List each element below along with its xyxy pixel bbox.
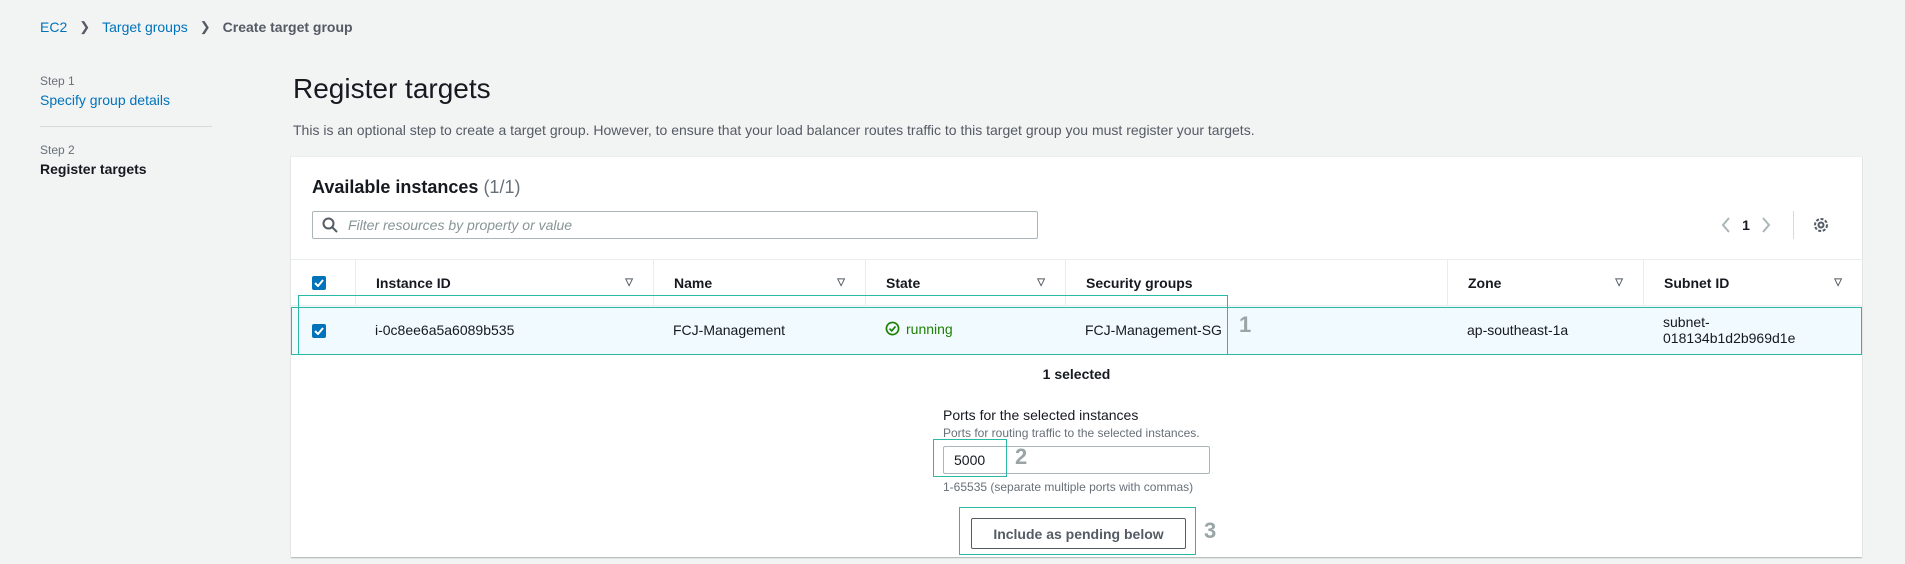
chevron-right-icon: ❯ bbox=[79, 19, 91, 34]
gear-icon[interactable] bbox=[1812, 216, 1830, 234]
cell-name: FCJ-Management bbox=[653, 305, 865, 354]
check-circle-icon bbox=[885, 321, 900, 336]
cell-security-groups: FCJ-Management-SG bbox=[1065, 305, 1447, 354]
ports-label: Ports for the selected instances bbox=[943, 407, 1139, 423]
page-description: This is an optional step to create a tar… bbox=[293, 122, 1255, 138]
ports-description: Ports for routing traffic to the selecte… bbox=[943, 426, 1200, 440]
pagination: 1 bbox=[1721, 211, 1830, 239]
filter-search bbox=[312, 211, 1038, 239]
sort-caret-icon: ▽ bbox=[625, 277, 633, 288]
selected-count: 1 selected bbox=[1042, 366, 1111, 382]
chevron-right-icon[interactable] bbox=[1761, 217, 1771, 233]
step-1: Step 1 Specify group details bbox=[40, 74, 212, 126]
page-number[interactable]: 1 bbox=[1731, 217, 1761, 233]
cell-subnet-id: subnet- 018134b1d2b969d1e bbox=[1643, 305, 1862, 354]
wizard-steps: Step 1 Specify group details Step 2 Regi… bbox=[40, 74, 212, 193]
column-label: Zone bbox=[1468, 274, 1502, 291]
chevron-right-icon: ❯ bbox=[199, 19, 211, 34]
annotation-number-3: 3 bbox=[1204, 518, 1217, 543]
pager-divider bbox=[1793, 211, 1794, 239]
column-label: State bbox=[886, 274, 921, 291]
step-2: Step 2 Register targets bbox=[40, 126, 212, 193]
sort-caret-icon: ▽ bbox=[1037, 277, 1045, 288]
column-instance-id[interactable]: Instance ID ▽ bbox=[355, 260, 653, 305]
column-security-groups: Security groups bbox=[1065, 260, 1447, 305]
state-running: running bbox=[885, 321, 953, 337]
select-all-checkbox[interactable] bbox=[312, 275, 326, 290]
panel-title: Available instances (1/1) bbox=[312, 177, 520, 198]
chevron-left-icon[interactable] bbox=[1721, 217, 1731, 233]
subnet-id-line-2: 018134b1d2b969d1e bbox=[1663, 330, 1796, 346]
annotation-number-2: 2 bbox=[1015, 444, 1028, 469]
ports-hint: 1-65535 (separate multiple ports with co… bbox=[943, 480, 1194, 494]
step-specify-group-details-link[interactable]: Specify group details bbox=[40, 92, 170, 108]
step-register-targets: Register targets bbox=[40, 161, 147, 177]
sort-caret-icon: ▽ bbox=[837, 277, 845, 288]
table-row[interactable]: i-0c8ee6a5a6089b535 FCJ-Management runni… bbox=[291, 305, 1862, 354]
subnet-id-line-1: subnet- bbox=[1663, 314, 1710, 330]
column-state[interactable]: State ▽ bbox=[865, 260, 1065, 305]
breadcrumb: EC2 ❯ Target groups ❯ Create target grou… bbox=[40, 19, 353, 35]
state-text: running bbox=[906, 320, 953, 337]
port-input[interactable] bbox=[943, 446, 1210, 474]
column-label: Name bbox=[674, 274, 713, 291]
row-checkbox[interactable] bbox=[312, 324, 326, 338]
sort-caret-icon: ▽ bbox=[1834, 277, 1842, 288]
filter-search-input[interactable] bbox=[346, 216, 1030, 234]
annotation-number-1: 1 bbox=[1239, 312, 1252, 337]
column-subnet-id[interactable]: Subnet ID ▽ bbox=[1643, 260, 1862, 305]
column-label: Security groups bbox=[1086, 274, 1193, 291]
breadcrumb-current: Create target group bbox=[222, 19, 353, 35]
column-name[interactable]: Name ▽ bbox=[653, 260, 865, 305]
column-label: Instance ID bbox=[376, 274, 451, 291]
table-header-row: Instance ID ▽ Name ▽ State ▽ Security group… bbox=[291, 259, 1862, 306]
include-as-pending-button[interactable]: Include as pending below bbox=[971, 518, 1186, 549]
search-icon bbox=[322, 217, 338, 233]
cell-zone: ap-southeast-1a bbox=[1447, 305, 1643, 354]
available-instances-panel: Available instances (1/1) 1 Instance ID ▽ bbox=[291, 156, 1862, 557]
page-title: Register targets bbox=[293, 73, 491, 104]
sort-caret-icon: ▽ bbox=[1615, 277, 1623, 288]
ports-section: Ports for the selected instances Ports f… bbox=[943, 407, 1233, 494]
step-number: Step 2 bbox=[40, 143, 75, 157]
breadcrumb-ec2-link[interactable]: EC2 bbox=[40, 19, 67, 35]
instance-count: (1/1) bbox=[483, 177, 521, 197]
step-number: Step 1 bbox=[40, 74, 75, 88]
cell-state: running bbox=[865, 305, 1065, 354]
panel-title-text: Available instances bbox=[312, 177, 479, 197]
breadcrumb-target-groups-link[interactable]: Target groups bbox=[102, 19, 188, 35]
cell-instance-id: i-0c8ee6a5a6089b535 bbox=[355, 305, 653, 354]
column-zone[interactable]: Zone ▽ bbox=[1447, 260, 1643, 305]
column-label: Subnet ID bbox=[1664, 274, 1730, 291]
instances-table: Instance ID ▽ Name ▽ State ▽ Security group… bbox=[291, 259, 1862, 354]
